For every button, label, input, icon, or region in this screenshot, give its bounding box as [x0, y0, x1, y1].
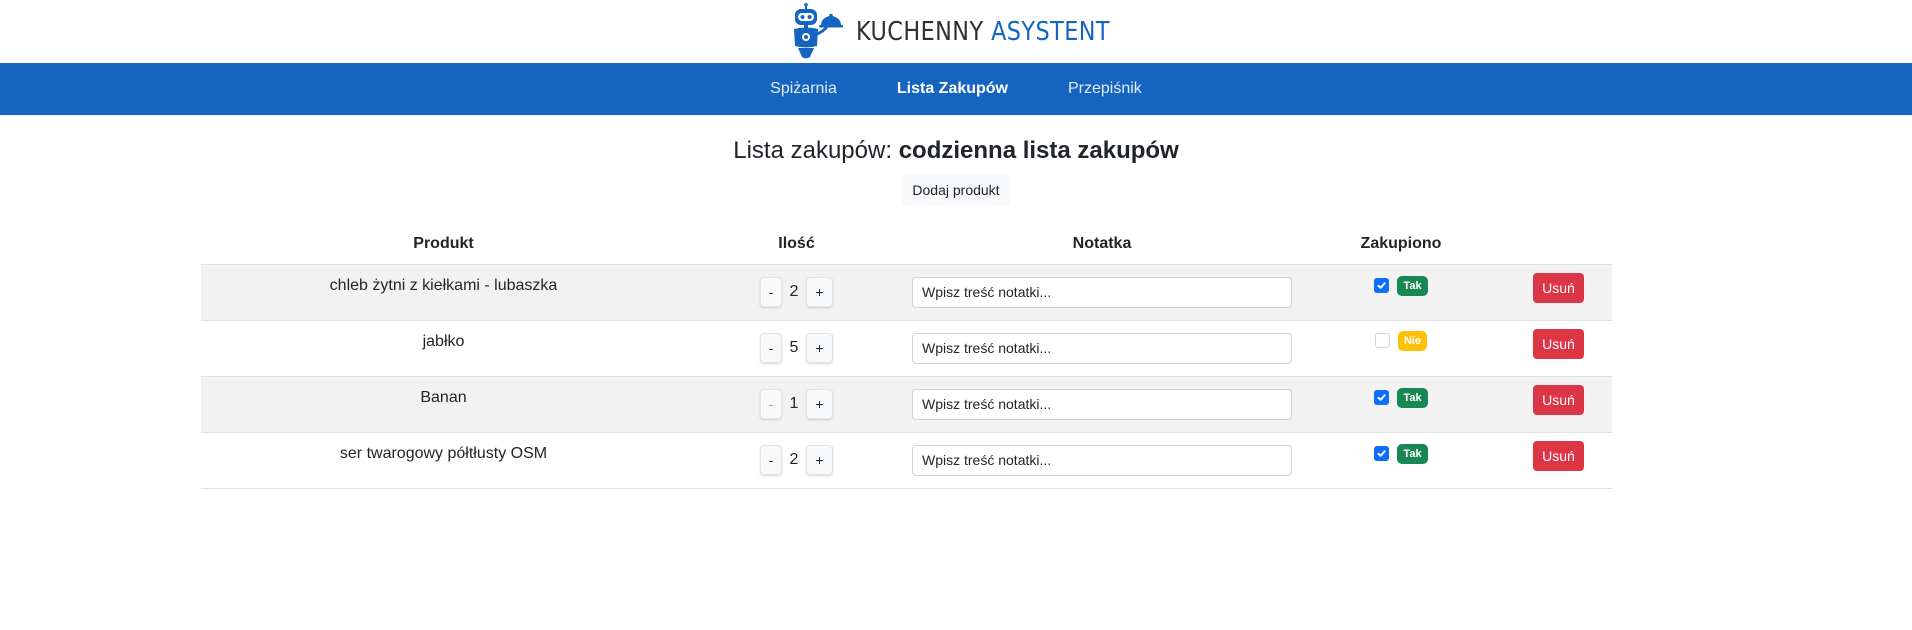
bought-toggle-group: Tak	[1374, 387, 1428, 408]
header-qty: Ilość	[778, 234, 815, 252]
actions-cell: Usuń	[1505, 431, 1612, 489]
bought-cell: Tak	[1297, 431, 1505, 489]
nav-link-lista-zakupow[interactable]: Lista Zakupów	[867, 80, 1038, 98]
main-navbar: Spiżarnia Lista Zakupów Przepiśnik	[0, 63, 1912, 115]
add-product-button[interactable]: Dodaj produkt	[902, 175, 1010, 205]
logo-text: KUCHENNY ASYSTENT	[856, 17, 1110, 47]
quantity-stepper: - 2 +	[760, 277, 833, 307]
qty-value: 5	[789, 339, 799, 356]
note-input[interactable]	[912, 276, 1292, 308]
bought-toggle-group: Nie	[1374, 330, 1428, 351]
check-icon	[1377, 450, 1387, 458]
quantity-stepper: - 2 +	[760, 445, 833, 475]
qty-cell: - 1 +	[686, 375, 907, 432]
note-input[interactable]	[912, 444, 1292, 476]
qty-increase-button[interactable]: +	[806, 445, 833, 475]
add-product-wrap: Dodaj produkt	[0, 175, 1912, 205]
table-body: chleb żytni z kiełkami - lubaszka - 2 + …	[201, 263, 1612, 489]
note-cell	[907, 431, 1297, 489]
bought-status-badge: Tak	[1397, 275, 1428, 296]
bought-cell: Tak	[1297, 263, 1505, 320]
qty-decrease-button[interactable]: -	[760, 445, 782, 475]
delete-button[interactable]: Usuń	[1533, 441, 1584, 471]
shopping-list-table-wrap: Produkt Ilość Notatka Zakupiono chleb ży…	[201, 224, 1612, 489]
bought-cell: Tak	[1297, 375, 1505, 432]
actions-cell: Usuń	[1505, 263, 1612, 320]
delete-button[interactable]: Usuń	[1533, 385, 1584, 415]
product-name: jabłko	[201, 319, 686, 376]
logo-text-part2: ASYSTENT	[991, 16, 1111, 47]
quantity-stepper: - 1 +	[760, 389, 833, 419]
check-icon	[1377, 394, 1387, 402]
delete-button[interactable]: Usuń	[1533, 329, 1584, 359]
logo[interactable]: KUCHENNY ASYSTENT	[790, 2, 1151, 61]
qty-cell: - 2 +	[686, 263, 907, 320]
table-row: chleb żytni z kiełkami - lubaszka - 2 + …	[201, 263, 1612, 320]
delete-button[interactable]: Usuń	[1533, 273, 1584, 303]
nav-link-przepisnik[interactable]: Przepiśnik	[1038, 80, 1172, 98]
qty-decrease-button[interactable]: -	[760, 333, 782, 363]
qty-decrease-button[interactable]: -	[760, 389, 782, 419]
qty-increase-button[interactable]: +	[806, 389, 833, 419]
note-input[interactable]	[912, 388, 1292, 420]
note-cell	[907, 375, 1297, 432]
actions-cell: Usuń	[1505, 375, 1612, 432]
app-header: KUCHENNY ASYSTENT	[0, 0, 1912, 63]
quantity-stepper: - 5 +	[760, 333, 833, 363]
header-product: Produkt	[413, 234, 474, 252]
table-row: Banan - 1 + Tak Usuń	[201, 375, 1612, 432]
qty-decrease-button[interactable]: -	[760, 277, 782, 307]
actions-cell: Usuń	[1505, 319, 1612, 376]
note-input[interactable]	[912, 332, 1292, 364]
qty-value: 2	[789, 283, 799, 300]
bought-status-badge: Nie	[1397, 330, 1428, 351]
bought-checkbox[interactable]	[1374, 390, 1390, 406]
product-name: chleb żytni z kiełkami - lubaszka	[201, 263, 686, 320]
product-name: Banan	[201, 375, 686, 432]
page-title: Lista zakupów: codzienna lista zakupów	[0, 137, 1912, 165]
note-cell	[907, 263, 1297, 320]
qty-increase-button[interactable]: +	[806, 333, 833, 363]
header-note: Notatka	[1072, 234, 1132, 252]
nav-link-spizarnia[interactable]: Spiżarnia	[740, 80, 867, 98]
logo-text-part1: KUCHENNY	[856, 16, 984, 47]
bought-status-badge: Tak	[1397, 443, 1428, 464]
table-header-row: Produkt Ilość Notatka Zakupiono	[201, 224, 1612, 264]
page-title-prefix: Lista zakupów:	[733, 137, 893, 164]
qty-value: 1	[789, 395, 799, 412]
bought-status-badge: Tak	[1397, 387, 1428, 408]
bought-cell: Nie	[1297, 319, 1505, 376]
bought-toggle-group: Tak	[1374, 275, 1428, 296]
header-bought: Zakupiono	[1360, 234, 1442, 252]
bought-toggle-group: Tak	[1374, 443, 1428, 464]
qty-cell: - 2 +	[686, 431, 907, 489]
table-row: ser twarogowy półtłusty OSM - 2 + Tak Us…	[201, 431, 1612, 489]
page-title-list-name: codzienna lista zakupów	[898, 137, 1179, 164]
bought-checkbox[interactable]	[1374, 333, 1390, 349]
bought-checkbox[interactable]	[1374, 278, 1390, 294]
header-actions	[1505, 224, 1612, 264]
robot-chef-logo-icon	[794, 2, 844, 58]
table-head: Produkt Ilość Notatka Zakupiono	[201, 224, 1612, 264]
check-icon	[1377, 282, 1387, 290]
bought-checkbox[interactable]	[1374, 446, 1390, 462]
product-name: ser twarogowy półtłusty OSM	[201, 431, 686, 489]
qty-increase-button[interactable]: +	[806, 277, 833, 307]
note-cell	[907, 319, 1297, 376]
shopping-list-table: Produkt Ilość Notatka Zakupiono chleb ży…	[201, 224, 1612, 489]
table-row: jabłko - 5 + Nie Usuń	[201, 319, 1612, 376]
qty-cell: - 5 +	[686, 319, 907, 376]
qty-value: 2	[789, 451, 799, 468]
